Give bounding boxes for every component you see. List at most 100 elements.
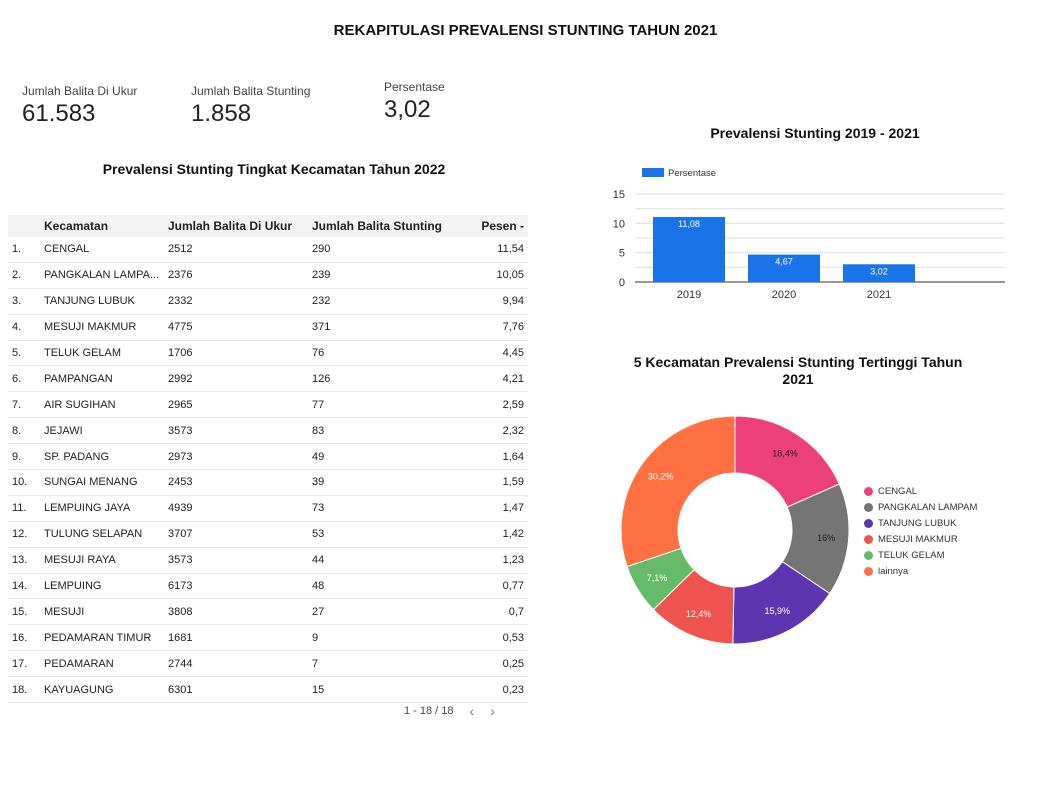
row-persen: 1,23 <box>458 547 528 574</box>
row-jumlah-stunting: 73 <box>308 495 458 522</box>
kpi-balita-diukur: Jumlah Balita Di Ukur 61.583 <box>22 84 137 128</box>
table-row[interactable]: 3. TANJUNG LUBUK 2332 232 9,94 <box>8 288 528 315</box>
row-persen: 4,21 <box>458 365 528 393</box>
row-jumlah-stunting: 83 <box>308 417 458 445</box>
row-persen: 4,45 <box>458 340 528 367</box>
donut-slice-5[interactable] <box>620 415 736 568</box>
prev-page-button[interactable]: ‹ <box>470 703 475 719</box>
table-header-row: Kecamatan Jumlah Balita Di Ukur Jumlah B… <box>8 215 528 237</box>
row-persen: 0,25 <box>458 650 528 678</box>
row-kecamatan: LEMPUING JAYA <box>40 495 164 522</box>
col-header-index <box>8 215 40 237</box>
legend-label: PANGKALAN LAMPAM <box>878 501 978 513</box>
row-persen: 0,53 <box>458 624 528 652</box>
legend-dot-icon <box>864 534 873 544</box>
next-page-button[interactable]: › <box>490 703 495 719</box>
row-index: 4. <box>8 314 40 341</box>
legend-label: lainnya <box>878 565 909 577</box>
row-persen: 11,54 <box>458 237 528 263</box>
row-jumlah-stunting: 39 <box>308 469 458 496</box>
kpi-label: Jumlah Balita Di Ukur <box>22 84 138 98</box>
row-index: 3. <box>8 288 40 315</box>
y-tick-label: 5 <box>619 248 625 260</box>
row-kecamatan: MESUJI MAKMUR <box>40 314 164 341</box>
table-row[interactable]: 8. JEJAWI 3573 83 2,32 <box>8 417 528 445</box>
table-row[interactable]: 6. PAMPANGAN 2992 126 4,21 <box>8 365 528 393</box>
row-index: 7. <box>8 391 40 419</box>
row-kecamatan: CENGAL <box>40 237 164 263</box>
page-title: REKAPITULASI PREVALENSI STUNTING TAHUN 2… <box>333 22 718 39</box>
x-tick-label: 2020 <box>772 289 796 301</box>
legend-item[interactable]: lainnya <box>864 563 977 579</box>
legend-item[interactable]: PANGKALAN LAMPAM <box>864 499 977 515</box>
row-jumlah-stunting: 27 <box>308 598 458 626</box>
legend-dot-icon <box>864 518 873 528</box>
row-index: 13. <box>8 547 40 574</box>
table-row[interactable]: 10. SUNGAI MENANG 2453 39 1,59 <box>8 469 528 496</box>
legend-dot-icon <box>864 502 873 512</box>
legend-dot-icon <box>864 550 873 560</box>
row-jumlah-diukur: 2512 <box>164 237 308 263</box>
table-row[interactable]: 9. SP. PADANG 2973 49 1,64 <box>8 443 528 471</box>
row-kecamatan: AIR SUGIHAN <box>40 391 164 419</box>
table-row[interactable]: 11. LEMPUING JAYA 4939 73 1,47 <box>8 495 528 522</box>
legend-label: TELUK GELAM <box>878 549 945 561</box>
table-row[interactable]: 7. AIR SUGIHAN 2965 77 2,59 <box>8 391 528 419</box>
table-row[interactable]: 5. TELUK GELAM 1706 76 4,45 <box>8 340 528 367</box>
kpi-balita-stunting: Jumlah Balita Stunting 1.858 <box>191 84 310 128</box>
table-row[interactable]: 16. PEDAMARAN TIMUR 1681 9 0,53 <box>8 624 528 652</box>
row-index: 11. <box>8 495 40 522</box>
row-index: 12. <box>8 521 40 548</box>
row-jumlah-diukur: 2965 <box>164 391 308 419</box>
row-jumlah-stunting: 44 <box>308 547 458 574</box>
row-kecamatan: TANJUNG LUBUK <box>40 288 164 315</box>
row-index: 10. <box>8 469 40 496</box>
col-header-persen-sort[interactable]: Pesen - <box>458 215 528 237</box>
row-jumlah-diukur: 6173 <box>164 573 308 600</box>
legend-item[interactable]: TANJUNG LUBUK <box>864 515 977 531</box>
row-persen: 0,77 <box>458 573 528 600</box>
col-header-jumlah-stunting[interactable]: Jumlah Balita Stunting <box>308 215 458 237</box>
slice-label: 18,4% <box>772 448 798 458</box>
bar-chart-title: Prevalensi Stunting 2019 - 2021 <box>710 125 920 141</box>
table-row[interactable]: 14. LEMPUING 6173 48 0,77 <box>8 573 528 600</box>
row-kecamatan: MESUJI RAYA <box>40 547 164 574</box>
bar-legend-label: Persentase <box>668 168 716 179</box>
row-jumlah-diukur: 2376 <box>164 262 308 289</box>
row-jumlah-diukur: 1706 <box>164 340 308 367</box>
col-header-jumlah-diukur[interactable]: Jumlah Balita Di Ukur <box>164 215 308 237</box>
row-persen: 2,32 <box>458 417 528 445</box>
donut-legend: CENGAL PANGKALAN LAMPAM TANJUNG LUBUK MESUJ… <box>864 483 977 579</box>
row-jumlah-diukur: 3707 <box>164 521 308 548</box>
kpi-persentase: Persentase 3,02 <box>384 80 445 124</box>
table-row[interactable]: 15. MESUJI 3808 27 0,7 <box>8 598 528 626</box>
table-row[interactable]: 17. PEDAMARAN 2744 7 0,25 <box>8 650 528 678</box>
col-header-kecamatan[interactable]: Kecamatan <box>40 215 164 237</box>
row-persen: 2,59 <box>458 391 528 419</box>
legend-dot-icon <box>864 566 873 576</box>
legend-item[interactable]: TELUK GELAM <box>864 547 977 563</box>
row-jumlah-diukur: 3573 <box>164 547 308 574</box>
table-pagination: 1 - 18 / 18 ‹ › <box>404 703 495 719</box>
bar-data-label: 11,08 <box>678 219 700 229</box>
row-index: 6. <box>8 365 40 393</box>
row-kecamatan: PAMPANGAN <box>40 365 164 393</box>
row-kecamatan: PEDAMARAN <box>40 650 164 678</box>
row-persen: 1,64 <box>458 443 528 471</box>
table-row[interactable]: 13. MESUJI RAYA 3573 44 1,23 <box>8 547 528 574</box>
table-row[interactable]: 2. PANGKALAN LAMPA... 2376 239 10,05 <box>8 262 528 289</box>
table-row[interactable]: 4. MESUJI MAKMUR 4775 371 7,76 <box>8 314 528 341</box>
row-persen: 0,7 <box>458 598 528 626</box>
table-row[interactable]: 18. KAYUAGUNG 6301 15 0,23 <box>8 676 528 704</box>
row-jumlah-diukur: 2453 <box>164 469 308 496</box>
row-jumlah-diukur: 4939 <box>164 495 308 522</box>
table-row[interactable]: 1. CENGAL 2512 290 11,54 <box>8 237 528 263</box>
legend-label: MESUJI MAKMUR <box>878 533 958 545</box>
table-row[interactable]: 12. TULUNG SELAPAN 3707 53 1,42 <box>8 521 528 548</box>
slice-label: 7,1% <box>647 573 668 583</box>
row-kecamatan: JEJAWI <box>40 417 164 445</box>
legend-item[interactable]: MESUJI MAKMUR <box>864 531 977 547</box>
row-index: 8. <box>8 417 40 445</box>
legend-item[interactable]: CENGAL <box>864 483 977 499</box>
bar-legend-swatch <box>642 168 664 177</box>
